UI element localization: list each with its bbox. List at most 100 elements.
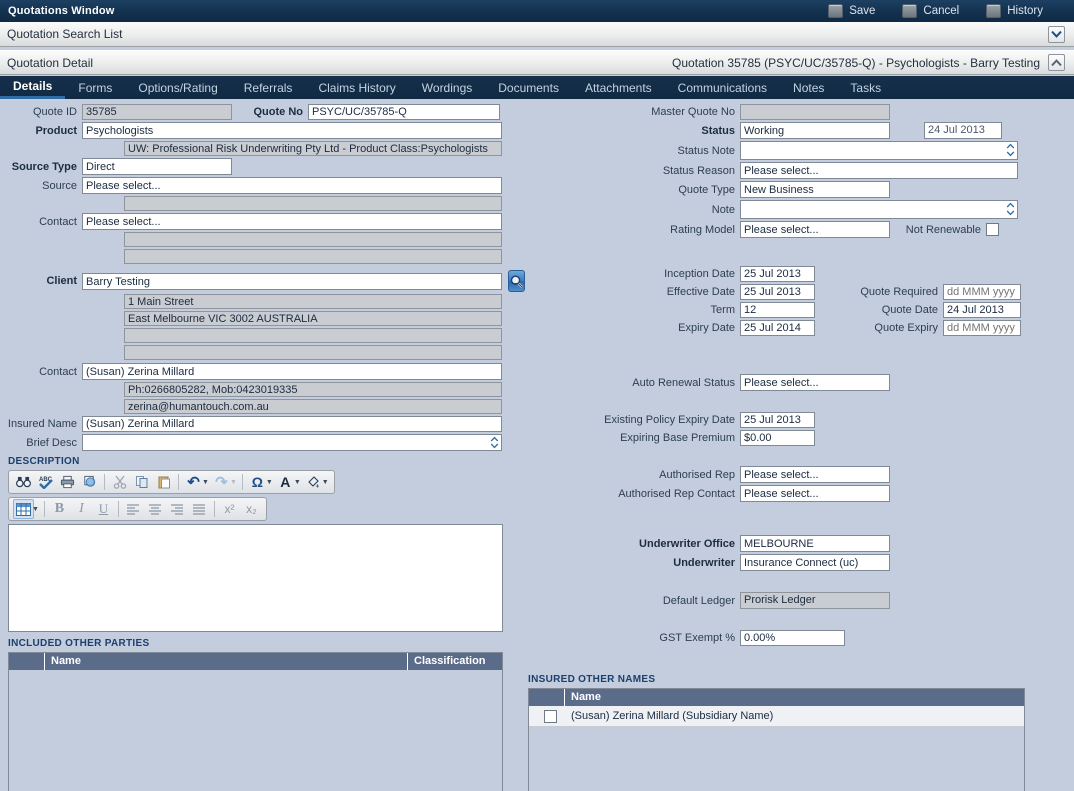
resize-grip-icon[interactable] bbox=[1006, 143, 1015, 157]
note-field[interactable] bbox=[740, 200, 1018, 219]
rating-model-select[interactable]: Please select... bbox=[740, 221, 890, 238]
term-field[interactable] bbox=[740, 302, 815, 318]
tab-details[interactable]: Details bbox=[0, 76, 66, 99]
details-form: Quote ID Quote No Product Psychologists … bbox=[0, 99, 1074, 791]
status-select-value: Working bbox=[740, 122, 890, 139]
align-left-icon[interactable] bbox=[123, 499, 144, 519]
print-icon[interactable] bbox=[57, 472, 78, 492]
breadcrumb-search-list[interactable]: Quotation Search List bbox=[0, 22, 1074, 47]
resize-grip-icon[interactable] bbox=[1006, 202, 1015, 216]
tab-forms[interactable]: Forms bbox=[65, 76, 125, 99]
align-center-icon[interactable] bbox=[145, 499, 166, 519]
paste-icon[interactable] bbox=[153, 472, 174, 492]
client-address-line1: 1 Main Street bbox=[124, 294, 502, 309]
underwriter-select[interactable]: Insurance Connect (uc) bbox=[740, 554, 890, 571]
client-select-value: Barry Testing bbox=[82, 272, 502, 290]
included-other-parties-grid[interactable]: Name Classification bbox=[8, 652, 503, 791]
authorised-rep-select[interactable]: Please select... bbox=[740, 466, 890, 483]
highlight-dropdown-icon[interactable]: ▼ bbox=[322, 479, 329, 486]
quote-no-field[interactable] bbox=[308, 104, 500, 120]
tab-referrals[interactable]: Referrals bbox=[231, 76, 306, 99]
tab-communications[interactable]: Communications bbox=[665, 76, 780, 99]
cut-icon[interactable] bbox=[109, 472, 130, 492]
tab-claims-history[interactable]: Claims History bbox=[305, 76, 408, 99]
contact-select[interactable]: (Susan) Zerina Millard bbox=[82, 363, 502, 380]
search-list-expander[interactable] bbox=[1040, 25, 1074, 43]
spellcheck-icon[interactable]: ABC bbox=[35, 472, 56, 492]
font-color-dropdown-icon[interactable]: ▼ bbox=[294, 479, 301, 486]
not-renewable-checkbox[interactable] bbox=[986, 223, 999, 236]
source-select[interactable]: Please select... bbox=[82, 177, 502, 194]
table-dropdown-icon[interactable]: ▼ bbox=[32, 506, 39, 513]
subscript-icon[interactable]: x₂ bbox=[241, 499, 262, 519]
undo-dropdown-icon[interactable]: ▼ bbox=[202, 479, 209, 486]
redo-icon[interactable]: ↷ bbox=[211, 472, 232, 492]
expiring-base-premium-field[interactable] bbox=[740, 430, 815, 446]
copy-icon[interactable] bbox=[131, 472, 152, 492]
toolbar-separator bbox=[104, 474, 105, 490]
status-note-field[interactable] bbox=[740, 141, 1018, 160]
superscript-icon[interactable]: x² bbox=[219, 499, 240, 519]
quote-type-select[interactable]: New Business bbox=[740, 181, 890, 198]
italic-icon[interactable]: I bbox=[71, 499, 92, 519]
breadcrumb-detail-title: Quotation 35785 (PSYC/UC/35785-Q) - Psyc… bbox=[672, 55, 1040, 70]
description-editor[interactable] bbox=[8, 524, 503, 632]
breadcrumb-quotation-detail[interactable]: Quotation Detail Quotation 35785 (PSYC/U… bbox=[0, 50, 1074, 75]
client-search-button[interactable] bbox=[508, 270, 525, 292]
highlight-icon[interactable] bbox=[303, 472, 324, 492]
authorised-rep-contact-select[interactable]: Please select... bbox=[740, 485, 890, 502]
align-right-icon[interactable] bbox=[167, 499, 188, 519]
tab-attachments[interactable]: Attachments bbox=[572, 76, 665, 99]
table-row[interactable]: (Susan) Zerina Millard (Subsidiary Name) bbox=[529, 706, 1024, 727]
insured-other-names-grid[interactable]: Name (Susan) Zerina Millard (Subsidiary … bbox=[528, 688, 1025, 791]
print-preview-icon[interactable] bbox=[79, 472, 100, 492]
align-justify-icon[interactable] bbox=[189, 499, 210, 519]
existing-policy-expiry-field[interactable] bbox=[740, 412, 815, 428]
grid-header-checkbox bbox=[9, 653, 45, 670]
status-select[interactable]: Working bbox=[740, 122, 890, 139]
tab-wordings[interactable]: Wordings bbox=[409, 76, 485, 99]
history-button[interactable]: History bbox=[986, 4, 1048, 18]
row-select-checkbox[interactable] bbox=[543, 709, 557, 723]
quote-date-field[interactable] bbox=[943, 302, 1021, 318]
resize-grip-icon[interactable] bbox=[490, 435, 499, 449]
source-contact-select[interactable]: Please select... bbox=[82, 213, 502, 230]
quote-expiry-field[interactable] bbox=[943, 320, 1021, 336]
status-reason-select[interactable]: Please select... bbox=[740, 162, 1018, 179]
table-icon[interactable] bbox=[13, 499, 34, 519]
client-select[interactable]: Barry Testing bbox=[82, 272, 502, 290]
underline-icon[interactable]: U bbox=[93, 499, 114, 519]
cancel-icon bbox=[902, 4, 918, 18]
quote-required-field[interactable] bbox=[943, 284, 1021, 300]
source-select-value: Please select... bbox=[82, 177, 502, 194]
chevron-down-icon[interactable] bbox=[1048, 25, 1065, 43]
source-type-select[interactable]: Direct bbox=[82, 158, 232, 175]
insured-name-field[interactable] bbox=[82, 416, 502, 432]
brief-desc-field[interactable] bbox=[82, 434, 502, 451]
save-button[interactable]: Save bbox=[828, 4, 880, 18]
find-icon[interactable] bbox=[13, 472, 34, 492]
tab-tasks[interactable]: Tasks bbox=[837, 76, 894, 99]
effective-date-field[interactable] bbox=[740, 284, 815, 300]
product-select[interactable]: Psychologists bbox=[82, 122, 502, 139]
source-contact-label: Contact bbox=[39, 215, 77, 228]
font-color-icon[interactable]: A bbox=[275, 472, 296, 492]
redo-dropdown-icon[interactable]: ▼ bbox=[230, 479, 237, 486]
symbol-icon[interactable]: Ω bbox=[247, 472, 268, 492]
underwriter-label: Underwriter bbox=[673, 556, 735, 569]
undo-icon[interactable]: ↶ bbox=[183, 472, 204, 492]
bold-icon[interactable]: B bbox=[49, 499, 70, 519]
cancel-button[interactable]: Cancel bbox=[902, 4, 964, 18]
symbol-dropdown-icon[interactable]: ▼ bbox=[266, 479, 273, 486]
auto-renewal-status-select[interactable]: Please select... bbox=[740, 374, 890, 391]
expiry-date-field[interactable] bbox=[740, 320, 815, 336]
toolbar-separator bbox=[43, 501, 45, 517]
gst-exempt-field[interactable] bbox=[740, 630, 845, 646]
tab-notes[interactable]: Notes bbox=[780, 76, 837, 99]
underwriter-office-select[interactable]: MELBOURNE bbox=[740, 535, 890, 552]
inception-date-field[interactable] bbox=[740, 266, 815, 282]
grid-header-checkbox bbox=[529, 689, 565, 706]
chevron-up-icon[interactable] bbox=[1048, 54, 1065, 71]
tab-documents[interactable]: Documents bbox=[485, 76, 572, 99]
tab-options-rating[interactable]: Options/Rating bbox=[125, 76, 230, 99]
